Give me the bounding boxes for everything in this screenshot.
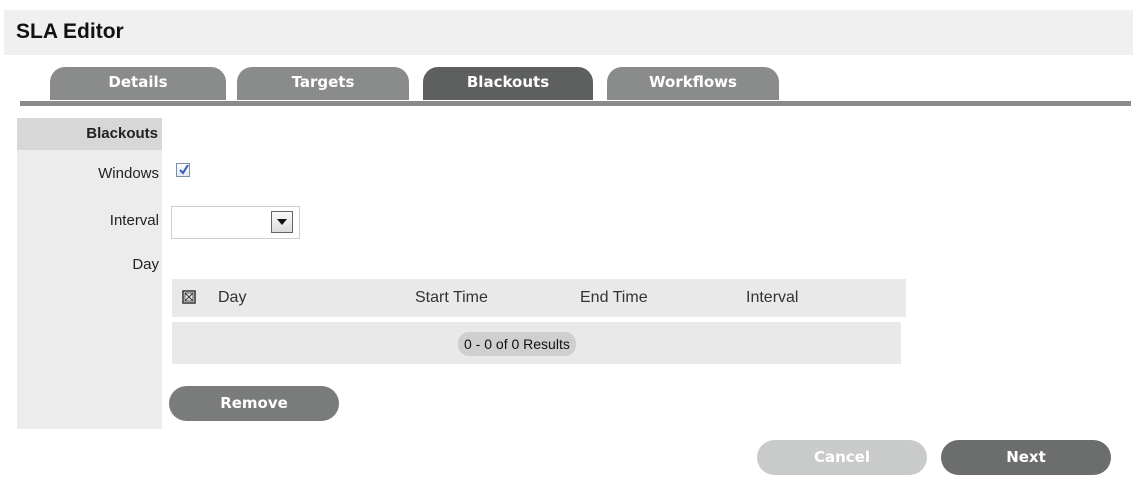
remove-button[interactable]: Remove [169,386,339,421]
tab-divider [20,101,1131,106]
dropdown-arrow-icon[interactable] [271,211,293,233]
section-header: Blackouts [17,118,162,150]
tab-details[interactable]: Details [50,67,226,100]
column-header-day[interactable]: Day [218,289,246,307]
tab-targets[interactable]: Targets [237,67,409,100]
windows-checkbox[interactable] [176,163,190,177]
next-button[interactable]: Next [941,440,1111,475]
interval-label: Interval [109,212,159,229]
windows-label: Windows [98,165,159,182]
page-title: SLA Editor [16,20,124,43]
interval-select[interactable] [171,206,300,239]
results-count: 0 - 0 of 0 Results [458,332,576,356]
column-header-start-time[interactable]: Start Time [415,289,488,307]
select-all-checkbox-icon[interactable] [182,290,196,304]
title-bar: SLA Editor [4,10,1133,55]
cancel-button[interactable]: Cancel [757,440,927,475]
check-icon [179,164,189,175]
table-header: Day Start Time End Time Interval [172,279,906,317]
tab-bar: Details Targets Blackouts Workflows [0,65,1137,106]
tab-blackouts[interactable]: Blackouts [423,67,593,100]
tab-workflows[interactable]: Workflows [607,67,779,100]
table-body: 0 - 0 of 0 Results [172,322,901,364]
day-label: Day [132,256,159,273]
column-header-end-time[interactable]: End Time [580,289,648,307]
column-header-interval[interactable]: Interval [746,289,798,307]
